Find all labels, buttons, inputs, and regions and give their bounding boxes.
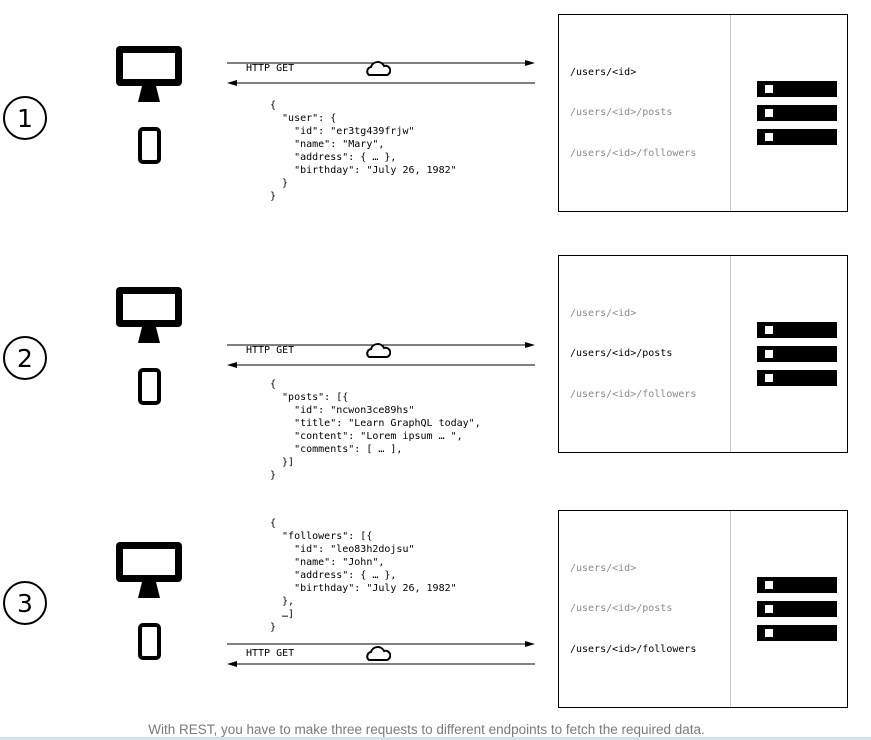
endpoint-followers: /users/<id>/followers bbox=[570, 644, 697, 655]
server-icon bbox=[757, 322, 837, 386]
response-json: { "followers": [{ "id": "leo83h2dojsu" "… bbox=[270, 518, 457, 633]
endpoint-posts: /users/<id>/posts bbox=[570, 348, 673, 359]
endpoint-user: /users/<id> bbox=[570, 563, 637, 574]
step-number: 3 bbox=[17, 588, 33, 618]
figure-caption: With REST, you have to make three reques… bbox=[148, 722, 705, 737]
http-request: HTTP GET bbox=[225, 340, 537, 370]
rest-server-panel: /users/<id> /users/<id>/posts /users/<id… bbox=[558, 510, 848, 708]
step-number: 2 bbox=[17, 343, 33, 373]
desktop-monitor-icon bbox=[116, 542, 182, 598]
panel-divider bbox=[730, 511, 731, 707]
endpoint-followers: /users/<id>/followers bbox=[570, 389, 697, 400]
endpoint-user: /users/<id> bbox=[570, 308, 637, 319]
desktop-monitor-icon bbox=[116, 287, 182, 343]
step-number-badge: 3 bbox=[3, 581, 47, 625]
http-get-label: HTTP GET bbox=[246, 345, 295, 356]
http-request: HTTP GET bbox=[225, 639, 537, 669]
cloud-icon bbox=[366, 646, 391, 661]
server-icon bbox=[757, 577, 837, 641]
step-3: 3 HTTP GET { "followers": [{ "id": "leo8… bbox=[0, 0, 871, 708]
panel-divider bbox=[730, 256, 731, 452]
http-get-label: HTTP GET bbox=[246, 648, 295, 659]
response-json: { "posts": [{ "id": "ncwon3ce89hs" "titl… bbox=[270, 379, 481, 481]
endpoint-posts: /users/<id>/posts bbox=[570, 603, 673, 614]
mobile-phone-icon bbox=[138, 368, 161, 405]
mobile-phone-icon bbox=[138, 623, 161, 660]
step-number-badge: 2 bbox=[3, 336, 47, 380]
cloud-icon bbox=[366, 343, 391, 358]
rest-server-panel: /users/<id> /users/<id>/posts /users/<id… bbox=[558, 255, 848, 453]
